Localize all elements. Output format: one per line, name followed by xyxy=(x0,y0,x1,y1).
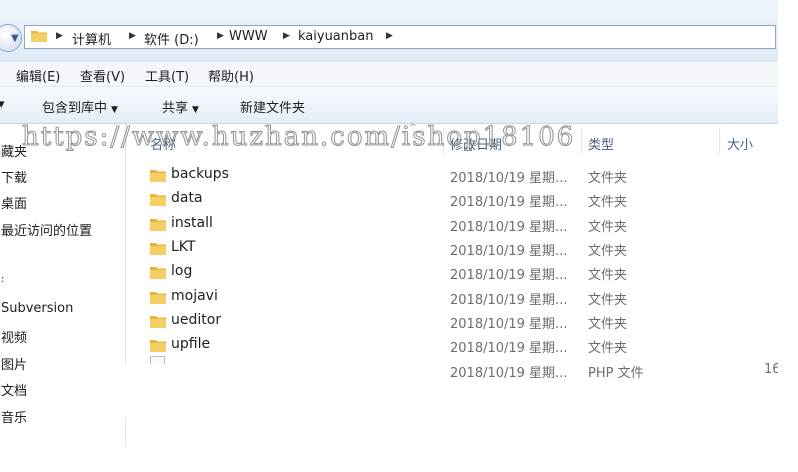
breadcrumb-computer[interactable]: 计算机 xyxy=(72,29,111,48)
breadcrumb-arrow-icon[interactable]: ▶ xyxy=(129,31,136,41)
file-name: LKT xyxy=(171,239,196,255)
breadcrumb-arrow-icon[interactable]: ▶ xyxy=(386,31,393,41)
file-date: 2018/10/19 星期... xyxy=(450,244,568,259)
menu-help[interactable]: 帮助(H) xyxy=(208,66,254,85)
column-divider[interactable] xyxy=(443,128,444,154)
nav-item-videos[interactable]: 视频 xyxy=(1,327,27,346)
address-area: ▼ ▶ 计算机 ▶ 软件 (D:) ▶ WWW ▶ kaiyuanban ▶ xyxy=(0,0,778,62)
menu-view[interactable]: 查看(V) xyxy=(80,66,125,85)
new-folder-button[interactable]: 新建文件夹 xyxy=(240,97,305,116)
file-row[interactable]: data 2018/10/19 星期... 文件夹 xyxy=(126,187,778,211)
file-row[interactable]: install 2018/10/19 星期... 文件夹 xyxy=(126,212,778,236)
nav-item-recent-places[interactable]: 最近访问的位置 xyxy=(1,220,92,239)
nav-item-downloads[interactable]: 下载 xyxy=(1,167,27,186)
organize-dropdown-icon[interactable]: ▾ xyxy=(0,97,5,112)
folder-icon xyxy=(150,243,166,255)
column-type[interactable]: 类型 xyxy=(588,134,614,153)
file-date: 2018/10/19 星期... xyxy=(450,317,568,332)
file-name: upfile xyxy=(171,336,211,352)
breadcrumb-kaiyuanban[interactable]: kaiyuanban xyxy=(298,29,373,44)
share-label: 共享 xyxy=(162,101,189,116)
nav-item-subversion[interactable]: Subversion xyxy=(1,301,73,316)
folder-icon xyxy=(150,194,166,206)
breadcrumb-arrow-icon[interactable]: ▶ xyxy=(283,31,290,41)
sort-ascending-icon: ^ xyxy=(409,123,417,133)
file-row[interactable]: backups 2018/10/19 星期... 文件夹 xyxy=(126,163,778,187)
nav-item-documents[interactable]: 文档 xyxy=(1,380,27,399)
folder-icon xyxy=(150,170,166,182)
file-name: install xyxy=(171,215,213,231)
menu-tools[interactable]: 工具(T) xyxy=(145,66,189,85)
breadcrumb-arrow-icon[interactable]: ▶ xyxy=(56,31,63,41)
file-type: PHP 文件 xyxy=(588,366,644,381)
file-date: 2018/10/19 星期... xyxy=(450,268,568,283)
redaction-box xyxy=(118,364,318,418)
breadcrumb-www[interactable]: WWW xyxy=(229,29,268,44)
file-row[interactable]: mojavi 2018/10/19 星期... 文件夹 xyxy=(126,285,778,309)
folder-icon xyxy=(150,267,166,279)
file-size: 16 xyxy=(764,362,778,377)
folder-icon xyxy=(31,31,47,42)
file-row[interactable]: upfile 2018/10/19 星期... 文件夹 xyxy=(126,333,778,357)
file-type: 文件夹 xyxy=(588,341,628,356)
file-name: ueditor xyxy=(171,312,222,328)
chevron-down-icon: ▼ xyxy=(111,105,118,115)
address-bar[interactable]: ▶ 计算机 ▶ 软件 (D:) ▶ WWW ▶ kaiyuanban ▶ xyxy=(24,25,776,49)
file-row[interactable]: ueditor 2018/10/19 星期... 文件夹 xyxy=(126,309,778,333)
file-type: 文件夹 xyxy=(588,293,628,308)
include-in-library-label: 包含到库中 xyxy=(42,101,108,116)
nav-item-music[interactable]: 音乐 xyxy=(1,407,27,426)
breadcrumb-arrow-icon[interactable]: ▶ xyxy=(217,31,224,41)
file-date: 2018/10/19 星期... xyxy=(450,293,568,308)
file-name: mojavi xyxy=(171,288,218,304)
file-date: 2018/10/19 星期... xyxy=(450,171,568,186)
file-date: 2018/10/19 星期... xyxy=(450,341,568,356)
file-row[interactable]: LKT 2018/10/19 星期... 文件夹 xyxy=(126,236,778,260)
recent-pages-dropdown-icon[interactable]: ▼ xyxy=(11,33,19,44)
nav-item-favorites[interactable]: 藏夹 xyxy=(1,141,27,160)
file-type: 文件夹 xyxy=(588,220,628,235)
column-header: ^ 名称 修改日期 类型 大小 xyxy=(126,123,778,158)
menu-bar: 编辑(E) 查看(V) 工具(T) 帮助(H) xyxy=(0,62,778,87)
file-name: backups xyxy=(171,166,229,182)
file-type: 文件夹 xyxy=(588,171,628,186)
column-name[interactable]: 名称 xyxy=(150,134,176,153)
navigation-pane: 藏夹 下载 桌面 最近访问的位置 : Subversion 视频 图片 文档 音… xyxy=(0,124,126,446)
file-date: 2018/10/19 星期... xyxy=(450,366,568,381)
breadcrumb-drive-d[interactable]: 软件 (D:) xyxy=(144,29,199,48)
share-button[interactable]: 共享 ▼ xyxy=(162,97,199,116)
file-type: 文件夹 xyxy=(588,244,628,259)
nav-item-pictures[interactable]: 图片 xyxy=(1,354,27,373)
file-type: 文件夹 xyxy=(588,317,628,332)
column-divider[interactable] xyxy=(581,128,582,154)
nav-item-desktop[interactable]: 桌面 xyxy=(1,193,27,212)
file-type: 文件夹 xyxy=(588,268,628,283)
file-row[interactable]: log 2018/10/19 星期... 文件夹 xyxy=(126,260,778,284)
folder-icon xyxy=(150,316,166,328)
file-name: log xyxy=(171,263,193,279)
include-in-library-button[interactable]: 包含到库中 ▼ xyxy=(42,97,118,116)
folder-icon xyxy=(150,219,166,231)
column-size[interactable]: 大小 xyxy=(727,134,753,153)
column-divider[interactable] xyxy=(719,128,720,154)
folder-icon xyxy=(150,292,166,304)
file-name: data xyxy=(171,190,203,206)
explorer-window: ▼ ▶ 计算机 ▶ 软件 (D:) ▶ WWW ▶ kaiyuanban ▶ 编… xyxy=(0,0,778,446)
file-date: 2018/10/19 星期... xyxy=(450,220,568,235)
folder-icon xyxy=(150,340,166,352)
nav-item-library-partial[interactable]: : xyxy=(1,274,4,285)
file-date: 2018/10/19 星期... xyxy=(450,195,568,210)
chevron-down-icon: ▼ xyxy=(192,105,199,115)
column-date-modified[interactable]: 修改日期 xyxy=(450,134,502,153)
file-type: 文件夹 xyxy=(588,195,628,210)
menu-edit[interactable]: 编辑(E) xyxy=(16,66,60,85)
command-bar: ▾ 包含到库中 ▼ 共享 ▼ 新建文件夹 xyxy=(0,87,778,124)
